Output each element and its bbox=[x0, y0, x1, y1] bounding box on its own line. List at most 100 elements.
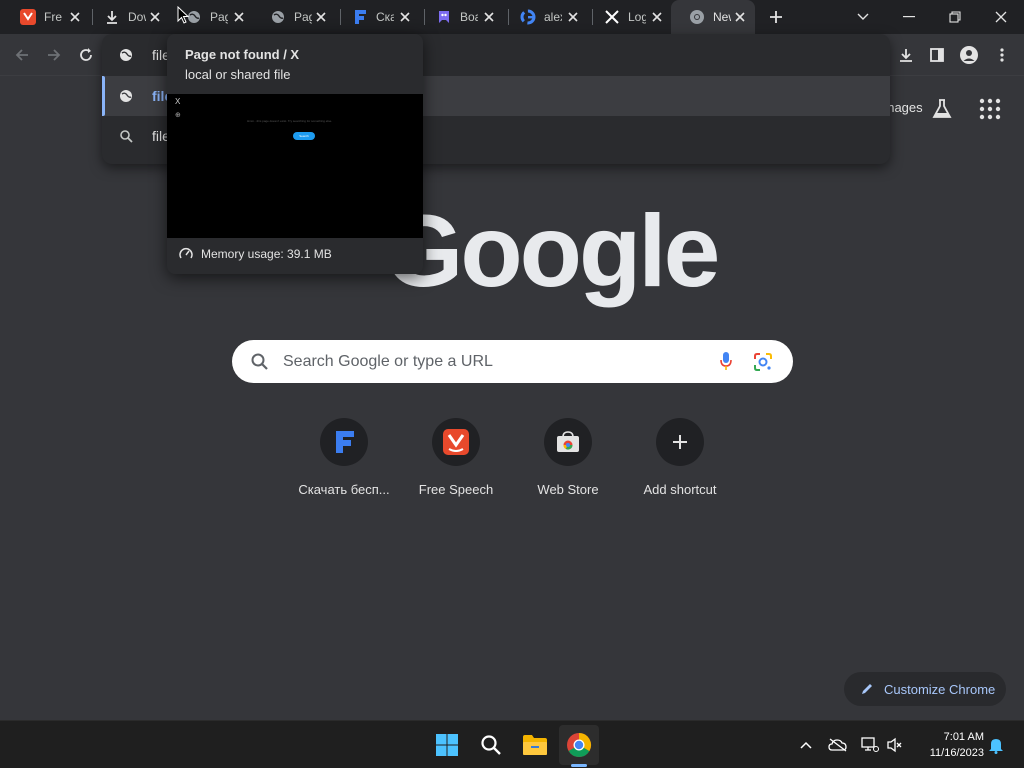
close-icon bbox=[995, 11, 1007, 23]
tab-downloads[interactable]: Downloads bbox=[86, 0, 170, 34]
close-icon[interactable] bbox=[148, 10, 162, 24]
google-apps-button[interactable] bbox=[979, 98, 1001, 120]
tab-new-tab[interactable]: New Tab bbox=[671, 0, 755, 34]
gauge-icon bbox=[179, 248, 193, 259]
tab-alex[interactable]: alex bbox=[502, 0, 588, 34]
tab-preview-thumbnail: X ⊕ Hmm...this page doesn't exist. Try s… bbox=[167, 94, 423, 238]
twitch-logo-icon bbox=[436, 9, 452, 25]
plus-icon bbox=[770, 11, 782, 23]
preview-x-logo: X bbox=[175, 97, 181, 106]
clock-date: 11/16/2023 bbox=[929, 747, 984, 759]
notifications-button[interactable] bbox=[986, 735, 1006, 755]
tab-title: Page not found bbox=[210, 10, 228, 24]
shortcut-tile bbox=[320, 418, 368, 466]
restore-button[interactable] bbox=[944, 6, 966, 28]
labs-button[interactable] bbox=[930, 97, 954, 121]
close-icon[interactable] bbox=[68, 10, 82, 24]
hover-card-title: Page not found / X bbox=[185, 47, 300, 62]
profile-button[interactable] bbox=[958, 44, 980, 66]
taskbar-running-indicator bbox=[571, 764, 587, 767]
network-button[interactable] bbox=[860, 735, 880, 755]
chevron-down-icon bbox=[857, 13, 869, 20]
close-icon[interactable] bbox=[232, 10, 246, 24]
tab-skachat[interactable]: Скачать bbox=[334, 0, 420, 34]
ntp-search-box[interactable]: Search Google or type a URL bbox=[232, 340, 793, 383]
system-clock[interactable]: 7:01 AM 11/16/2023 bbox=[912, 729, 984, 761]
back-button[interactable] bbox=[11, 44, 33, 66]
tab-title: Board bbox=[460, 10, 478, 24]
reload-button[interactable] bbox=[75, 44, 97, 66]
pencil-icon bbox=[862, 684, 872, 694]
shortcut-label: Скачать бесп... bbox=[298, 482, 390, 497]
downloads-button[interactable] bbox=[895, 44, 917, 66]
shortcut-free-speech[interactable]: Free Speech bbox=[400, 416, 512, 506]
globe-icon bbox=[118, 88, 134, 104]
search-icon bbox=[481, 735, 501, 755]
taskbar-search-button[interactable] bbox=[476, 730, 506, 760]
chrome-icon bbox=[689, 9, 705, 25]
minimize-button[interactable] bbox=[898, 6, 920, 28]
start-button[interactable] bbox=[432, 730, 462, 760]
profile-icon bbox=[960, 46, 978, 64]
tab-free-speech[interactable]: Free Speech bbox=[2, 0, 90, 34]
search-placeholder: Search Google or type a URL bbox=[283, 353, 493, 370]
close-icon[interactable] bbox=[650, 10, 664, 24]
search-icon bbox=[118, 128, 134, 144]
tab-title: Log in bbox=[628, 10, 646, 24]
hover-card-domain: local or shared file bbox=[185, 67, 291, 82]
close-window-button[interactable] bbox=[990, 6, 1012, 28]
flask-icon bbox=[932, 99, 952, 118]
close-icon[interactable] bbox=[733, 10, 747, 24]
restore-icon bbox=[949, 11, 961, 23]
close-icon[interactable] bbox=[482, 10, 496, 24]
close-icon[interactable] bbox=[398, 10, 412, 24]
kebab-menu-icon bbox=[1000, 48, 1004, 62]
close-icon[interactable] bbox=[566, 10, 580, 24]
microphone-icon[interactable] bbox=[719, 351, 733, 371]
tab-strip: Free Speech Downloads Page not found Pag… bbox=[0, 0, 1024, 34]
volume-button[interactable] bbox=[885, 735, 905, 755]
shortcut-label: Web Store bbox=[537, 482, 599, 497]
google-logo: Google bbox=[384, 194, 720, 308]
menu-button[interactable] bbox=[991, 44, 1013, 66]
bell-icon bbox=[989, 739, 1003, 754]
tab-search-button[interactable] bbox=[852, 6, 874, 28]
vk-logo-icon bbox=[443, 429, 469, 455]
show-hidden-icons-button[interactable] bbox=[796, 735, 816, 755]
add-shortcut-button[interactable]: Add shortcut bbox=[624, 416, 736, 506]
customize-chrome-button[interactable]: Customize Chrome bbox=[844, 672, 1006, 706]
shortcut-tile bbox=[656, 418, 704, 466]
f-logo-icon bbox=[352, 9, 368, 25]
web-store-icon bbox=[557, 431, 579, 452]
shortcut-skachat[interactable]: Скачать бесп... bbox=[288, 416, 400, 506]
new-tab-button[interactable] bbox=[767, 8, 785, 26]
tab-log-in[interactable]: Log in bbox=[586, 0, 672, 34]
vk-logo-icon bbox=[20, 9, 36, 25]
tab-hover-card: Page not found / X local or shared file … bbox=[167, 34, 423, 274]
globe-icon bbox=[118, 47, 134, 63]
google-lens-icon[interactable] bbox=[753, 352, 773, 372]
tab-title: New Tab bbox=[713, 10, 731, 24]
chrome-icon bbox=[567, 733, 592, 758]
globe-icon bbox=[270, 9, 286, 25]
shortcut-label: Add shortcut bbox=[643, 482, 717, 497]
shortcut-tile bbox=[544, 418, 592, 466]
forward-button[interactable] bbox=[43, 44, 65, 66]
onedrive-button[interactable] bbox=[828, 735, 848, 755]
memory-usage: Memory usage: 39.1 MB bbox=[179, 247, 332, 261]
chrome-taskbar-button[interactable] bbox=[564, 730, 594, 760]
tab-page-not-found-2[interactable]: Page not found bbox=[252, 0, 336, 34]
tab-title: Скачать bbox=[376, 10, 394, 24]
download-icon bbox=[104, 9, 120, 25]
apps-grid-icon bbox=[979, 98, 1001, 120]
close-icon[interactable] bbox=[314, 10, 328, 24]
shortcut-web-store[interactable]: Web Store bbox=[512, 416, 624, 506]
windows-taskbar: 7:01 AM 11/16/2023 bbox=[0, 720, 1024, 768]
side-panel-button[interactable] bbox=[926, 44, 948, 66]
arrow-left-icon bbox=[15, 49, 28, 61]
arrow-right-icon bbox=[48, 49, 61, 61]
tab-board[interactable]: Board bbox=[418, 0, 504, 34]
preview-search-button: Search bbox=[293, 132, 315, 140]
tab-title: alex bbox=[544, 10, 562, 24]
file-explorer-button[interactable] bbox=[520, 730, 550, 760]
